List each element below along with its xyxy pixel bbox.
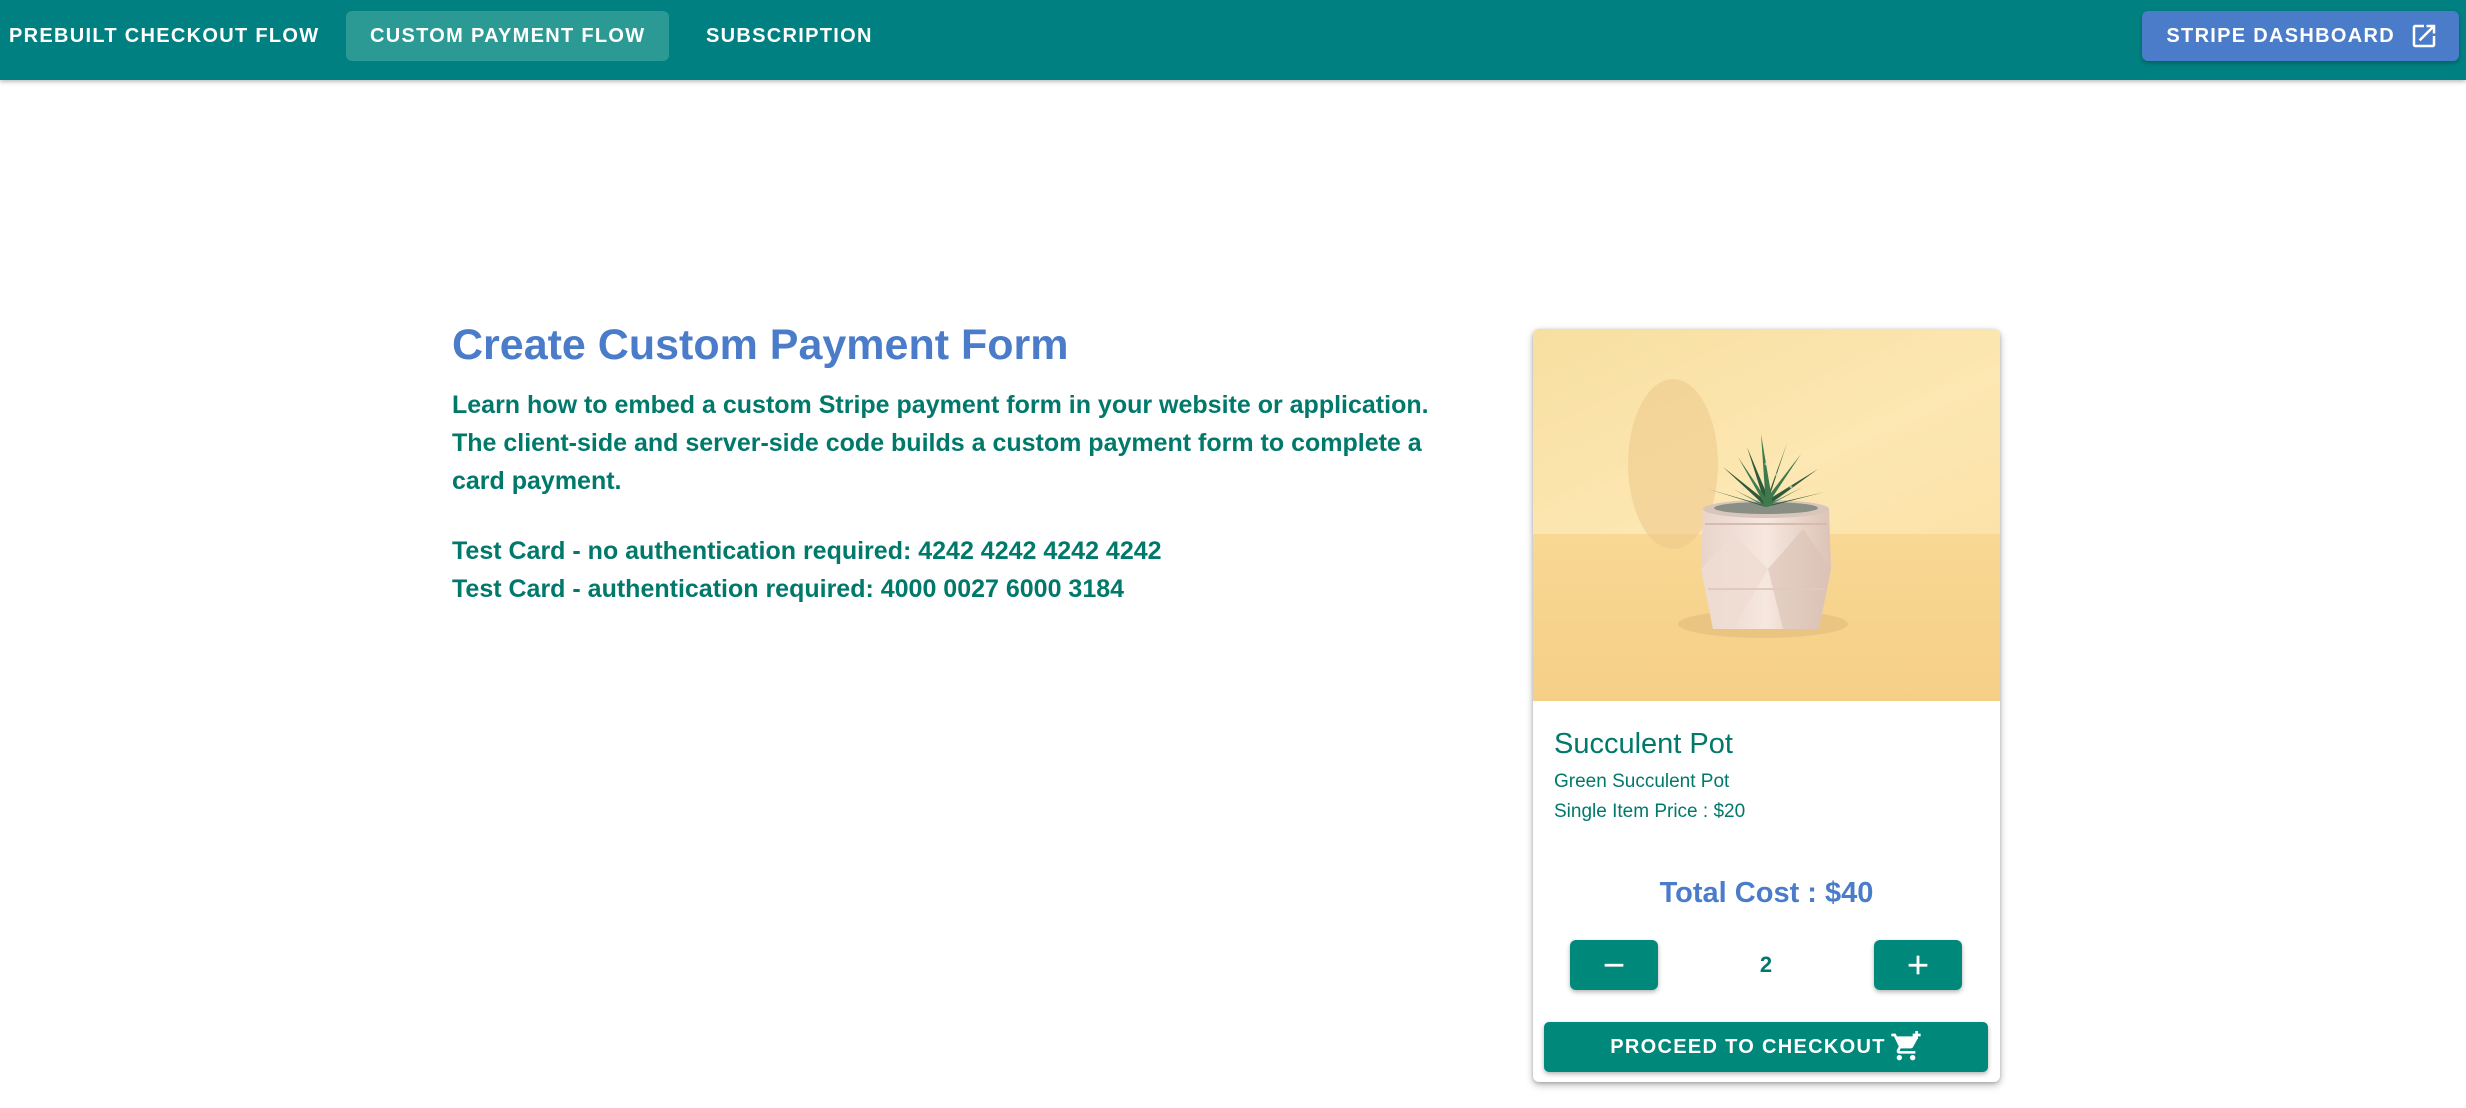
cart-icon (1891, 1031, 1921, 1061)
quantity-value: 2 (1759, 952, 1773, 977)
product-description: Green Succulent Pot (1554, 771, 1730, 792)
plus-icon (1908, 955, 1928, 975)
intro-section: Create Custom Payment Form Learn how to … (452, 316, 1472, 608)
proceed-to-checkout-button[interactable]: Proceed to Checkout (1544, 1022, 1988, 1072)
minus-icon (1604, 963, 1624, 967)
test-cards: Test Card - no authentication required: … (452, 532, 1472, 608)
test-card-auth: Test Card - authentication required: 400… (452, 575, 1125, 603)
total-cost: Total Cost : $40 (1659, 877, 1874, 909)
page-title: Create Custom Payment Form (452, 321, 1069, 369)
open-in-new-icon (2412, 24, 2436, 48)
product-card: Succulent Pot Green Succulent Pot Single… (1533, 329, 2000, 1082)
intro-line-1: Learn how to embed a custom Stripe payme… (452, 391, 1429, 419)
decrease-quantity-button[interactable] (1570, 940, 1658, 990)
stripe-dashboard-button[interactable]: Stripe Dashboard (2142, 11, 2459, 61)
checkout-label: Proceed to Checkout (1610, 1035, 1886, 1058)
tab-prebuilt-checkout-flow[interactable]: Prebuilt Checkout Flow (0, 11, 343, 61)
product-name: Succulent Pot (1554, 728, 1733, 760)
product-unit-price: Single Item Price : $20 (1554, 801, 1746, 822)
succulent-pot-image (1533, 329, 2000, 701)
test-card-no-auth: Test Card - no authentication required: … (452, 537, 1162, 565)
intro-line-2: The client-side and server-side code bui… (452, 429, 1422, 495)
tab-subscription[interactable]: Subscription (682, 11, 897, 61)
stripe-dashboard-label: Stripe Dashboard (2166, 24, 2395, 47)
increase-quantity-button[interactable] (1874, 940, 1962, 990)
top-app-bar: Prebuilt Checkout Flow Custom Payment Fl… (0, 0, 2466, 80)
tab-custom-payment-flow[interactable]: Custom Payment Flow (346, 11, 670, 61)
